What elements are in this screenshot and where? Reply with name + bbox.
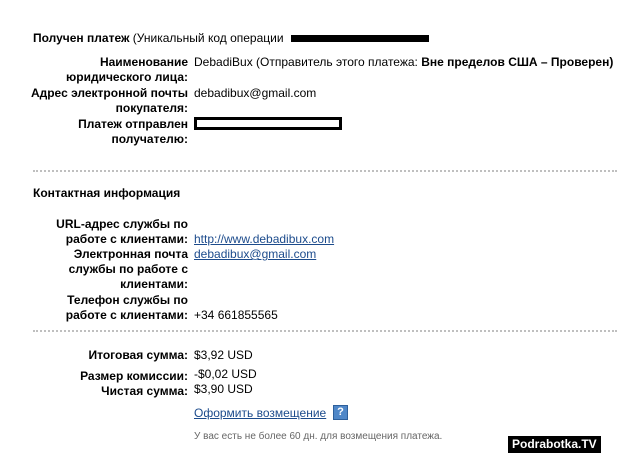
redacted-recipient: [194, 117, 342, 130]
service-url-link[interactable]: http://www.debadibux.com: [194, 232, 334, 247]
buyer-email-value: debadibux@gmail.com: [194, 86, 317, 100]
total-value: $3,92 USD: [194, 348, 253, 362]
page-title-rest: (Уникальный код операции: [129, 31, 284, 45]
sent-to-label: Платеж отправлен получателю:: [78, 117, 188, 146]
legal-name-value: DebadiBux (Отправитель этого платежа: Вн…: [194, 55, 614, 69]
fee-value: -$0,02 USD: [194, 367, 257, 381]
buyer-email-label: Адрес электронной почты покупателя:: [30, 86, 188, 115]
service-url-label: URL-адрес службы по работе с клиентами:: [56, 217, 188, 246]
refund-link[interactable]: Оформить возмещение: [194, 406, 326, 421]
page-title-bold: Получен платеж: [33, 31, 130, 45]
legal-name-status: Вне пределов США – Проверен): [421, 55, 614, 69]
refund-note: У вас есть не более 60 дн. для возмещени…: [194, 431, 443, 442]
service-phone-value: +34 661855565: [194, 308, 278, 322]
watermark: Podrabotka.TV: [508, 436, 601, 453]
page-title: Получен платеж (Уникальный код операции: [33, 31, 284, 46]
divider: [33, 170, 617, 172]
net-label: Чистая сумма:: [101, 384, 188, 398]
contact-heading: Контактная информация: [33, 186, 181, 200]
fee-label: Размер комиссии:: [80, 369, 188, 383]
divider: [33, 330, 617, 332]
service-email-link[interactable]: debadibux@gmail.com: [194, 247, 316, 262]
legal-name-label: Наименование юридического лица:: [66, 55, 188, 84]
net-value: $3,90 USD: [194, 382, 253, 396]
total-label: Итоговая сумма:: [88, 348, 188, 362]
help-icon[interactable]: ?: [333, 405, 348, 420]
service-phone-label: Телефон службы по работе с клиентами:: [65, 293, 188, 322]
service-email-label: Электронная почта службы по работе с кли…: [68, 247, 188, 291]
redacted-transaction-id: [291, 35, 429, 42]
